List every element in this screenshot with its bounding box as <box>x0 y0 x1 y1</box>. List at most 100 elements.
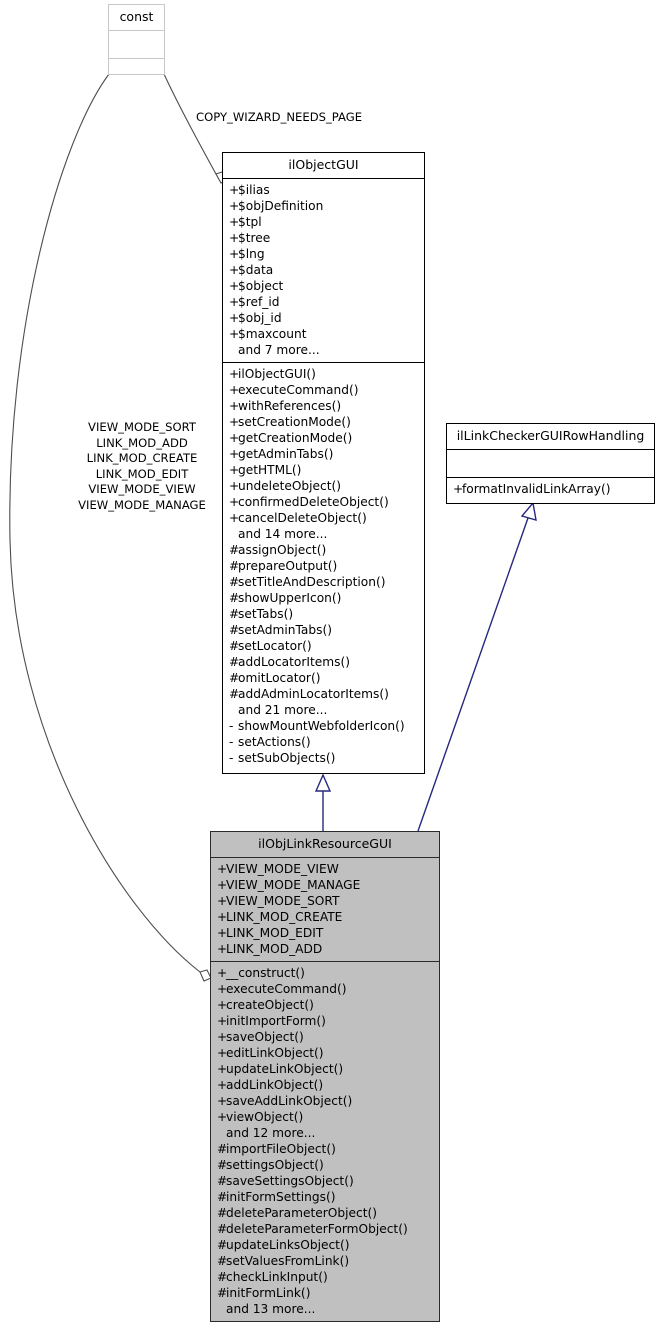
attribute-row-4: +LINK_MOD_EDIT <box>217 925 435 941</box>
edge-label-line-0: VIEW_MODE_SORT <box>88 420 196 434</box>
visibility-marker: + <box>217 862 228 876</box>
member-label: ilObjectGUI() <box>238 367 316 381</box>
operation-row-18: #setValuesFromLink() <box>217 1253 435 1269</box>
visibility-marker: + <box>229 295 240 309</box>
member-label: addAdminLocatorItems() <box>238 687 389 701</box>
class-attributes-ilobjlinkresourcegui: +VIEW_MODE_VIEW +VIEW_MODE_MANAGE +VIEW_MO… <box>211 858 439 961</box>
visibility-marker: + <box>217 894 228 908</box>
attribute-row-4: +$lng <box>229 246 420 262</box>
class-box-illinkcheckerguirowhandling[interactable]: ilLinkCheckerGUIRowHandling +formatInval… <box>446 423 655 504</box>
visibility-marker: # <box>229 623 240 637</box>
member-label: setValuesFromLink() <box>226 1254 350 1268</box>
visibility-marker: + <box>229 399 240 413</box>
member-label: LINK_MOD_ADD <box>226 942 323 956</box>
operation-row-20: #initFormLink() <box>217 1285 435 1301</box>
class-operations-ilobjectgui: +ilObjectGUI() +executeCommand() +withRefe… <box>223 363 424 770</box>
member-label: saveObject() <box>226 1030 304 1044</box>
member-label: setCreationMode() <box>238 415 351 429</box>
visibility-marker: + <box>217 942 228 956</box>
member-label: $lng <box>238 247 265 261</box>
attribute-row-5: +LINK_MOD_ADD <box>217 941 435 957</box>
operation-row-18: #addLocatorItems() <box>229 654 420 670</box>
visibility-marker: + <box>229 247 240 261</box>
attribute-row-6: +$object <box>229 278 420 294</box>
operation-row-22: - showMountWebfolderIcon() <box>229 718 420 734</box>
member-label: setSubObjects() <box>238 751 336 765</box>
operation-row-8: +confirmedDeleteObject() <box>229 494 420 510</box>
member-label: setLocator() <box>238 639 312 653</box>
visibility-marker: # <box>217 1254 228 1268</box>
member-label: $tree <box>238 231 271 245</box>
visibility-marker: + <box>217 1014 228 1028</box>
visibility-marker: + <box>217 982 228 996</box>
member-label: initFormLink() <box>226 1286 311 1300</box>
visibility-marker: + <box>229 367 240 381</box>
operation-row-13: #saveSettingsObject() <box>217 1173 435 1189</box>
visibility-marker: # <box>229 671 240 685</box>
visibility-marker: + <box>217 1030 228 1044</box>
member-label: $object <box>238 279 284 293</box>
visibility-marker: + <box>229 263 240 277</box>
member-label: showMountWebfolderIcon() <box>238 719 405 733</box>
operation-row-3: +initImportForm() <box>217 1013 435 1029</box>
operation-row-3: +setCreationMode() <box>229 414 420 430</box>
class-box-ilobjectgui[interactable]: ilObjectGUI +$ilias +$objDefinition +$tpl +… <box>222 152 425 774</box>
operation-row-21: and 13 more... <box>217 1301 435 1317</box>
attribute-row-0: +VIEW_MODE_VIEW <box>217 861 435 877</box>
member-label: VIEW_MODE_VIEW <box>226 862 339 876</box>
member-label: LINK_MOD_CREATE <box>226 910 343 924</box>
member-label: executeCommand() <box>238 383 359 397</box>
visibility-marker: + <box>229 279 240 293</box>
attribute-row-3: +$tree <box>229 230 420 246</box>
member-label: $objDefinition <box>238 199 324 213</box>
visibility-marker: + <box>229 327 240 341</box>
member-label: editLinkObject() <box>226 1046 324 1060</box>
operation-row-0: +ilObjectGUI() <box>229 366 420 382</box>
operation-row-12: #prepareOutput() <box>229 558 420 574</box>
operation-row-9: +viewObject() <box>217 1109 435 1125</box>
visibility-marker: + <box>229 431 240 445</box>
visibility-marker: # <box>229 687 240 701</box>
operation-row-16: #deleteParameterFormObject() <box>217 1221 435 1237</box>
member-label: assignObject() <box>238 543 327 557</box>
operation-row-13: #setTitleAndDescription() <box>229 574 420 590</box>
edge-label-copy-wizard-needs-page: COPY_WIZARD_NEEDS_PAGE <box>196 110 363 124</box>
member-label: createObject() <box>226 998 314 1012</box>
attribute-row-1: +VIEW_MODE_MANAGE <box>217 877 435 893</box>
member-label: addLinkObject() <box>226 1078 324 1092</box>
operation-row-23: - setActions() <box>229 734 420 750</box>
member-label: __construct() <box>226 966 305 980</box>
class-box-const[interactable]: const <box>108 4 165 75</box>
member-label: $data <box>238 263 274 277</box>
class-attributes-ilobjectgui: +$ilias +$objDefinition +$tpl +$tree +$lng +$… <box>223 179 424 362</box>
operation-row-15: #deleteParameterObject() <box>217 1205 435 1221</box>
inheritance-arrowhead-ilobjectgui <box>314 773 332 792</box>
operation-row-8: +saveAddLinkObject() <box>217 1093 435 1109</box>
operation-row-12: #settingsObject() <box>217 1157 435 1173</box>
visibility-marker: + <box>229 215 240 229</box>
operation-row-1: +executeCommand() <box>229 382 420 398</box>
operation-row-2: +createObject() <box>217 997 435 1013</box>
edge-label-const-constants: VIEW_MODE_SORT LINK_MOD_ADD LINK_MOD_CREAT… <box>68 420 216 514</box>
operation-row-11: #importFileObject() <box>217 1141 435 1157</box>
class-box-ilobjlinkresourcegui[interactable]: ilObjLinkResourceGUI +VIEW_MODE_VIEW +VIE… <box>210 831 440 1322</box>
class-operations-const <box>109 59 164 86</box>
operation-row-7: +undeleteObject() <box>229 478 420 494</box>
attribute-row-5: +$data <box>229 262 420 278</box>
member-label: $ref_id <box>238 295 280 309</box>
visibility-marker: # <box>229 575 240 589</box>
visibility-marker: # <box>217 1206 228 1220</box>
operation-row-15: #setTabs() <box>229 606 420 622</box>
member-label: $ilias <box>238 183 270 197</box>
member-label: getHTML() <box>238 463 302 477</box>
operation-row-6: +updateLinkObject() <box>217 1061 435 1077</box>
member-label: getAdminTabs() <box>238 447 334 461</box>
member-label: cancelDeleteObject() <box>238 511 367 525</box>
operation-row-11: #assignObject() <box>229 542 420 558</box>
visibility-marker: + <box>217 910 228 924</box>
member-label: settingsObject() <box>226 1158 324 1172</box>
attribute-row-2: +$tpl <box>229 214 420 230</box>
visibility-marker: + <box>217 1046 228 1060</box>
visibility-marker: + <box>217 1078 228 1092</box>
operation-row-5: +editLinkObject() <box>217 1045 435 1061</box>
